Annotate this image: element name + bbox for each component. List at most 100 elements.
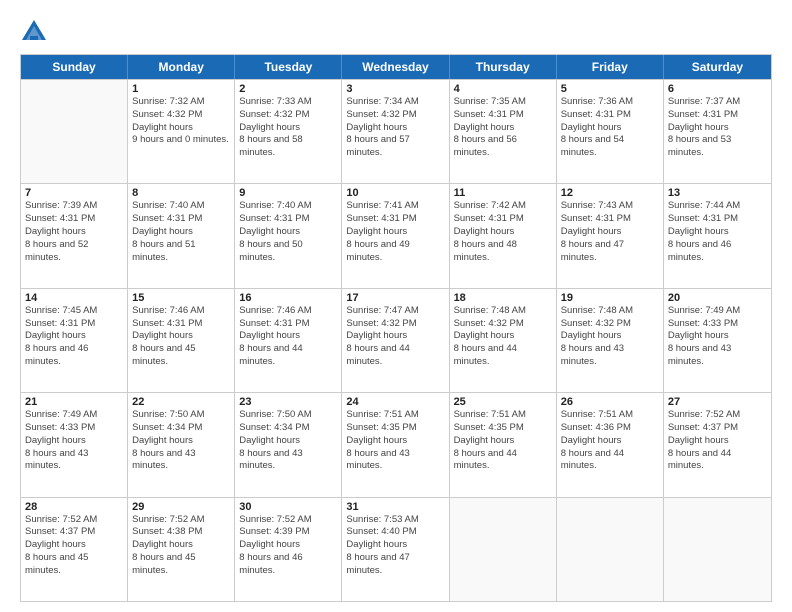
sunrise-label: Sunrise: 7:39 AM: [25, 200, 97, 211]
sunrise-label: Sunrise: 7:50 AM: [239, 409, 311, 420]
day-number: 26: [561, 396, 659, 408]
day-number: 25: [454, 396, 552, 408]
daylight-value: 8 hours and 44 minutes.: [239, 343, 302, 367]
day-info: Sunrise: 7:50 AMSunset: 4:34 PMDaylight …: [132, 409, 230, 473]
daylight-label: Daylight hours: [132, 122, 193, 133]
cal-cell: 26Sunrise: 7:51 AMSunset: 4:36 PMDayligh…: [557, 393, 664, 496]
sunrise-label: Sunrise: 7:36 AM: [561, 96, 633, 107]
daylight-label: Daylight hours: [25, 435, 86, 446]
day-info: Sunrise: 7:51 AMSunset: 4:35 PMDaylight …: [346, 409, 444, 473]
day-number: 8: [132, 187, 230, 199]
sunset-label: Sunset: 4:32 PM: [454, 318, 524, 329]
daylight-value: 8 hours and 45 minutes.: [25, 552, 88, 576]
day-info: Sunrise: 7:52 AMSunset: 4:39 PMDaylight …: [239, 514, 337, 578]
day-info: Sunrise: 7:52 AMSunset: 4:37 PMDaylight …: [668, 409, 767, 473]
week-row-1: 1Sunrise: 7:32 AMSunset: 4:32 PMDaylight…: [21, 79, 771, 183]
header-day-tuesday: Tuesday: [235, 55, 342, 79]
daylight-value: 8 hours and 45 minutes.: [132, 552, 195, 576]
day-number: 30: [239, 501, 337, 513]
week-row-3: 14Sunrise: 7:45 AMSunset: 4:31 PMDayligh…: [21, 288, 771, 392]
sunrise-label: Sunrise: 7:32 AM: [132, 96, 204, 107]
day-number: 28: [25, 501, 123, 513]
daylight-label: Daylight hours: [132, 226, 193, 237]
daylight-label: Daylight hours: [561, 226, 622, 237]
daylight-label: Daylight hours: [561, 122, 622, 133]
daylight-label: Daylight hours: [346, 539, 407, 550]
day-number: 6: [668, 83, 767, 95]
cal-cell: 4Sunrise: 7:35 AMSunset: 4:31 PMDaylight…: [450, 80, 557, 183]
daylight-value: 8 hours and 43 minutes.: [132, 448, 195, 472]
day-number: 24: [346, 396, 444, 408]
daylight-value: 8 hours and 44 minutes.: [346, 343, 409, 367]
sunrise-label: Sunrise: 7:48 AM: [561, 305, 633, 316]
daylight-value: 8 hours and 57 minutes.: [346, 134, 409, 158]
cal-cell: 25Sunrise: 7:51 AMSunset: 4:35 PMDayligh…: [450, 393, 557, 496]
page: SundayMondayTuesdayWednesdayThursdayFrid…: [0, 0, 792, 612]
cal-cell: 11Sunrise: 7:42 AMSunset: 4:31 PMDayligh…: [450, 184, 557, 287]
cal-cell: 9Sunrise: 7:40 AMSunset: 4:31 PMDaylight…: [235, 184, 342, 287]
cal-cell: 29Sunrise: 7:52 AMSunset: 4:38 PMDayligh…: [128, 498, 235, 601]
day-info: Sunrise: 7:52 AMSunset: 4:38 PMDaylight …: [132, 514, 230, 578]
logo: [20, 18, 52, 46]
daylight-label: Daylight hours: [454, 435, 515, 446]
sunrise-label: Sunrise: 7:45 AM: [25, 305, 97, 316]
calendar-body: 1Sunrise: 7:32 AMSunset: 4:32 PMDaylight…: [21, 79, 771, 601]
sunrise-label: Sunrise: 7:50 AM: [132, 409, 204, 420]
sunrise-label: Sunrise: 7:46 AM: [239, 305, 311, 316]
sunset-label: Sunset: 4:32 PM: [132, 109, 202, 120]
sunrise-label: Sunrise: 7:48 AM: [454, 305, 526, 316]
sunset-label: Sunset: 4:35 PM: [346, 422, 416, 433]
daylight-value: 8 hours and 48 minutes.: [454, 239, 517, 263]
day-number: 23: [239, 396, 337, 408]
daylight-value: 8 hours and 46 minutes.: [668, 239, 731, 263]
day-info: Sunrise: 7:39 AMSunset: 4:31 PMDaylight …: [25, 200, 123, 264]
daylight-value: 8 hours and 47 minutes.: [346, 552, 409, 576]
cal-cell: 17Sunrise: 7:47 AMSunset: 4:32 PMDayligh…: [342, 289, 449, 392]
daylight-value: 8 hours and 56 minutes.: [454, 134, 517, 158]
sunset-label: Sunset: 4:38 PM: [132, 526, 202, 537]
sunset-label: Sunset: 4:31 PM: [454, 213, 524, 224]
sunrise-label: Sunrise: 7:52 AM: [668, 409, 740, 420]
day-info: Sunrise: 7:35 AMSunset: 4:31 PMDaylight …: [454, 96, 552, 160]
cal-cell: 28Sunrise: 7:52 AMSunset: 4:37 PMDayligh…: [21, 498, 128, 601]
day-info: Sunrise: 7:52 AMSunset: 4:37 PMDaylight …: [25, 514, 123, 578]
daylight-value: 8 hours and 51 minutes.: [132, 239, 195, 263]
sunset-label: Sunset: 4:31 PM: [239, 213, 309, 224]
day-info: Sunrise: 7:49 AMSunset: 4:33 PMDaylight …: [668, 305, 767, 369]
daylight-label: Daylight hours: [346, 330, 407, 341]
day-info: Sunrise: 7:44 AMSunset: 4:31 PMDaylight …: [668, 200, 767, 264]
sunset-label: Sunset: 4:39 PM: [239, 526, 309, 537]
day-number: 20: [668, 292, 767, 304]
day-info: Sunrise: 7:36 AMSunset: 4:31 PMDaylight …: [561, 96, 659, 160]
cal-cell: [664, 498, 771, 601]
day-info: Sunrise: 7:48 AMSunset: 4:32 PMDaylight …: [561, 305, 659, 369]
day-info: Sunrise: 7:34 AMSunset: 4:32 PMDaylight …: [346, 96, 444, 160]
day-number: 7: [25, 187, 123, 199]
sunset-label: Sunset: 4:31 PM: [132, 318, 202, 329]
daylight-value: 8 hours and 54 minutes.: [561, 134, 624, 158]
sunset-label: Sunset: 4:36 PM: [561, 422, 631, 433]
sunset-label: Sunset: 4:34 PM: [239, 422, 309, 433]
day-number: 31: [346, 501, 444, 513]
sunset-label: Sunset: 4:31 PM: [132, 213, 202, 224]
daylight-value: 8 hours and 52 minutes.: [25, 239, 88, 263]
daylight-value: 8 hours and 43 minutes.: [239, 448, 302, 472]
sunrise-label: Sunrise: 7:49 AM: [668, 305, 740, 316]
cal-cell: 31Sunrise: 7:53 AMSunset: 4:40 PMDayligh…: [342, 498, 449, 601]
header-day-wednesday: Wednesday: [342, 55, 449, 79]
cal-cell: 16Sunrise: 7:46 AMSunset: 4:31 PMDayligh…: [235, 289, 342, 392]
sunset-label: Sunset: 4:32 PM: [239, 109, 309, 120]
day-number: 9: [239, 187, 337, 199]
daylight-value: 8 hours and 50 minutes.: [239, 239, 302, 263]
daylight-value: 8 hours and 43 minutes.: [25, 448, 88, 472]
day-info: Sunrise: 7:51 AMSunset: 4:36 PMDaylight …: [561, 409, 659, 473]
sunset-label: Sunset: 4:31 PM: [454, 109, 524, 120]
daylight-label: Daylight hours: [132, 539, 193, 550]
day-number: 10: [346, 187, 444, 199]
day-number: 5: [561, 83, 659, 95]
daylight-label: Daylight hours: [239, 330, 300, 341]
day-number: 16: [239, 292, 337, 304]
cal-cell: 20Sunrise: 7:49 AMSunset: 4:33 PMDayligh…: [664, 289, 771, 392]
cal-cell: 22Sunrise: 7:50 AMSunset: 4:34 PMDayligh…: [128, 393, 235, 496]
daylight-value: 8 hours and 43 minutes.: [346, 448, 409, 472]
